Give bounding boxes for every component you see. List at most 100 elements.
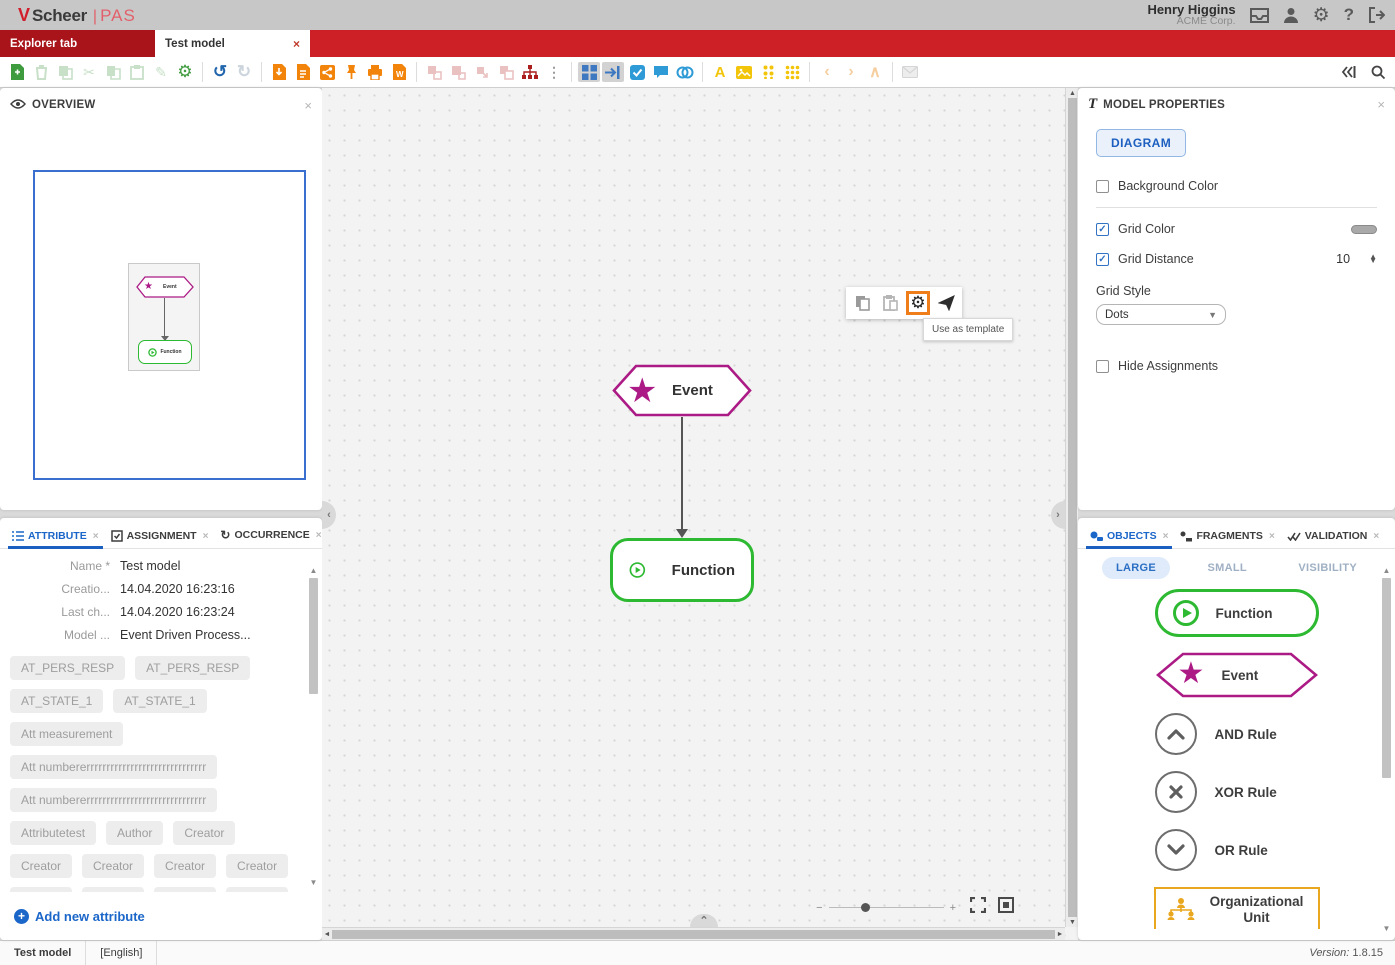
field-value-modeltype[interactable]: Event Driven Process... bbox=[120, 628, 251, 642]
palette-xor-rule-item[interactable]: XOR Rule bbox=[1155, 771, 1319, 813]
attribute-chip[interactable]: Creator bbox=[10, 854, 72, 878]
group-icon[interactable] bbox=[423, 62, 445, 82]
ungroup-icon[interactable] bbox=[447, 62, 469, 82]
tab-occurrence[interactable]: ↻ OCCURRENCE × bbox=[216, 522, 322, 548]
hide-assignments-checkbox[interactable] bbox=[1096, 360, 1109, 373]
model-settings-icon[interactable]: ⚙ bbox=[174, 62, 196, 82]
tab-close-icon[interactable]: × bbox=[293, 37, 300, 51]
context-paste-icon[interactable] bbox=[878, 291, 902, 315]
tab-objects-close-icon[interactable]: × bbox=[1163, 531, 1169, 542]
inbox-icon[interactable] bbox=[1250, 8, 1269, 23]
connection-edge[interactable] bbox=[681, 417, 683, 531]
search-icon[interactable] bbox=[1367, 62, 1389, 82]
logout-icon[interactable] bbox=[1368, 7, 1385, 23]
hierarchy-icon[interactable] bbox=[519, 62, 541, 82]
status-language[interactable]: [English] bbox=[86, 941, 157, 965]
zoom-in-icon[interactable]: + bbox=[950, 902, 956, 914]
attribute-chip[interactable]: Att numbererrrrrrrrrrrrrrrrrrrrrrrrrrrrr… bbox=[10, 755, 217, 779]
delete-icon[interactable] bbox=[30, 62, 52, 82]
envelope-icon[interactable] bbox=[899, 62, 921, 82]
attribute-chip[interactable]: Att measurement bbox=[10, 722, 123, 746]
report-icon[interactable] bbox=[292, 62, 314, 82]
image-icon[interactable] bbox=[733, 62, 755, 82]
model-properties-close-icon[interactable]: × bbox=[1377, 97, 1385, 112]
pin-icon[interactable] bbox=[340, 62, 362, 82]
more-options-icon[interactable]: ⋮ bbox=[543, 62, 565, 82]
send-back-icon[interactable] bbox=[495, 62, 517, 82]
canvas-vertical-scrollbar[interactable]: ▲ ▼ bbox=[1065, 88, 1078, 927]
attribute-scrollbar[interactable]: ▲ ▼ bbox=[307, 564, 320, 888]
attribute-chip[interactable]: Creator bbox=[154, 854, 216, 878]
collapse-left-panel-handle[interactable]: ‹ bbox=[322, 501, 336, 529]
bring-front-icon[interactable] bbox=[471, 62, 493, 82]
cut-icon[interactable]: ✂ bbox=[78, 62, 100, 82]
nav-back-icon[interactable]: ‹ bbox=[816, 62, 838, 82]
attribute-chip[interactable]: Creator bbox=[226, 854, 288, 878]
context-use-as-template-icon[interactable]: ⚙ bbox=[906, 291, 930, 315]
size-tab-small[interactable]: SMALL bbox=[1193, 557, 1260, 579]
grid-distance-value[interactable]: 10 bbox=[1336, 252, 1350, 266]
field-value-creation[interactable]: 14.04.2020 16:23:16 bbox=[120, 582, 235, 596]
canvas-horizontal-scrollbar[interactable]: ◄ ► bbox=[322, 927, 1065, 940]
attribute-chip[interactable]: AT_PERS_RESP bbox=[10, 656, 125, 680]
tab-validation[interactable]: VALIDATION × bbox=[1283, 524, 1383, 548]
tab-assignment-close-icon[interactable]: × bbox=[203, 531, 209, 542]
help-icon[interactable]: ? bbox=[1344, 5, 1354, 25]
collapse-panels-icon[interactable] bbox=[1337, 62, 1359, 82]
tab-occurrence-close-icon[interactable]: × bbox=[316, 530, 322, 541]
copy-icon[interactable] bbox=[102, 62, 124, 82]
size-tab-visibility[interactable]: VISIBILITY bbox=[1284, 557, 1371, 579]
grid-style-select[interactable]: Dots ▼ bbox=[1096, 304, 1226, 325]
zoom-out-icon[interactable]: − bbox=[816, 902, 822, 914]
attribute-chip[interactable]: Attributetest bbox=[10, 821, 96, 845]
diagram-button[interactable]: DIAGRAM bbox=[1096, 129, 1186, 157]
share-icon[interactable] bbox=[316, 62, 338, 82]
field-value-name[interactable]: Test model bbox=[120, 559, 180, 573]
comment-icon[interactable] bbox=[650, 62, 672, 82]
diagram-canvas[interactable]: ★ Event Function ⚙ Use as template − bbox=[322, 88, 1078, 940]
palette-or-rule-item[interactable]: OR Rule bbox=[1155, 829, 1319, 871]
edit-icon[interactable]: ✎ bbox=[150, 62, 172, 82]
paste-icon[interactable] bbox=[126, 62, 148, 82]
collapse-right-panel-handle[interactable]: › bbox=[1051, 501, 1065, 529]
fit-to-screen-icon[interactable] bbox=[998, 897, 1014, 918]
background-color-checkbox[interactable] bbox=[1096, 180, 1109, 193]
field-value-lastchange[interactable]: 14.04.2020 16:23:24 bbox=[120, 605, 235, 619]
tab-attribute-close-icon[interactable]: × bbox=[93, 531, 99, 542]
snap-connector-icon[interactable] bbox=[602, 62, 624, 82]
redo-icon[interactable]: ↻ bbox=[233, 62, 255, 82]
grid-color-swatch[interactable] bbox=[1351, 225, 1377, 234]
attribute-chip[interactable]: AT_STATE_1 bbox=[113, 689, 206, 713]
dots-grid-large-icon[interactable] bbox=[781, 62, 803, 82]
grid-distance-checkbox[interactable]: ✓ bbox=[1096, 253, 1109, 266]
nav-up-icon[interactable]: ∧ bbox=[864, 62, 886, 82]
fullscreen-icon[interactable] bbox=[970, 897, 986, 918]
context-send-icon[interactable] bbox=[934, 291, 958, 315]
toggle-relations-icon[interactable] bbox=[674, 62, 696, 82]
attribute-chip[interactable]: Creator bbox=[82, 854, 144, 878]
grid-color-checkbox[interactable]: ✓ bbox=[1096, 223, 1109, 236]
undo-icon[interactable]: ↺ bbox=[209, 62, 231, 82]
duplicate-icon[interactable] bbox=[54, 62, 76, 82]
attribute-chip[interactable]: Author bbox=[106, 821, 163, 845]
objects-scrollbar[interactable]: ▲ ▼ bbox=[1380, 564, 1393, 934]
add-new-attribute-button[interactable]: + Add new attribute bbox=[14, 909, 145, 924]
grid-distance-stepper[interactable]: ▲▼ bbox=[1369, 255, 1377, 264]
checkbox-tool-icon[interactable] bbox=[626, 62, 648, 82]
tab-test-model[interactable]: Test model × bbox=[155, 30, 310, 57]
zoom-slider-handle[interactable] bbox=[861, 903, 870, 912]
tab-objects[interactable]: OBJECTS × bbox=[1086, 524, 1172, 548]
size-tab-large[interactable]: LARGE bbox=[1102, 557, 1170, 579]
tab-attribute[interactable]: ATTRIBUTE × bbox=[8, 524, 103, 548]
attribute-chip[interactable]: AT_PERS_RESP bbox=[135, 656, 250, 680]
font-icon[interactable]: A bbox=[709, 62, 731, 82]
palette-function-item[interactable]: Function bbox=[1155, 589, 1319, 637]
user-profile-icon[interactable] bbox=[1283, 7, 1299, 23]
context-copy-icon[interactable] bbox=[850, 291, 874, 315]
palette-event-item[interactable]: ★ Event bbox=[1156, 652, 1318, 698]
attribute-chip[interactable]: Creator bbox=[173, 821, 235, 845]
attribute-chip[interactable]: AT_STATE_1 bbox=[10, 689, 103, 713]
attribute-chip[interactable]: Att numbererrrrrrrrrrrrrrrrrrrrrrrrrrrrr… bbox=[10, 788, 217, 812]
tab-fragments-close-icon[interactable]: × bbox=[1269, 531, 1275, 542]
import-icon[interactable] bbox=[268, 62, 290, 82]
